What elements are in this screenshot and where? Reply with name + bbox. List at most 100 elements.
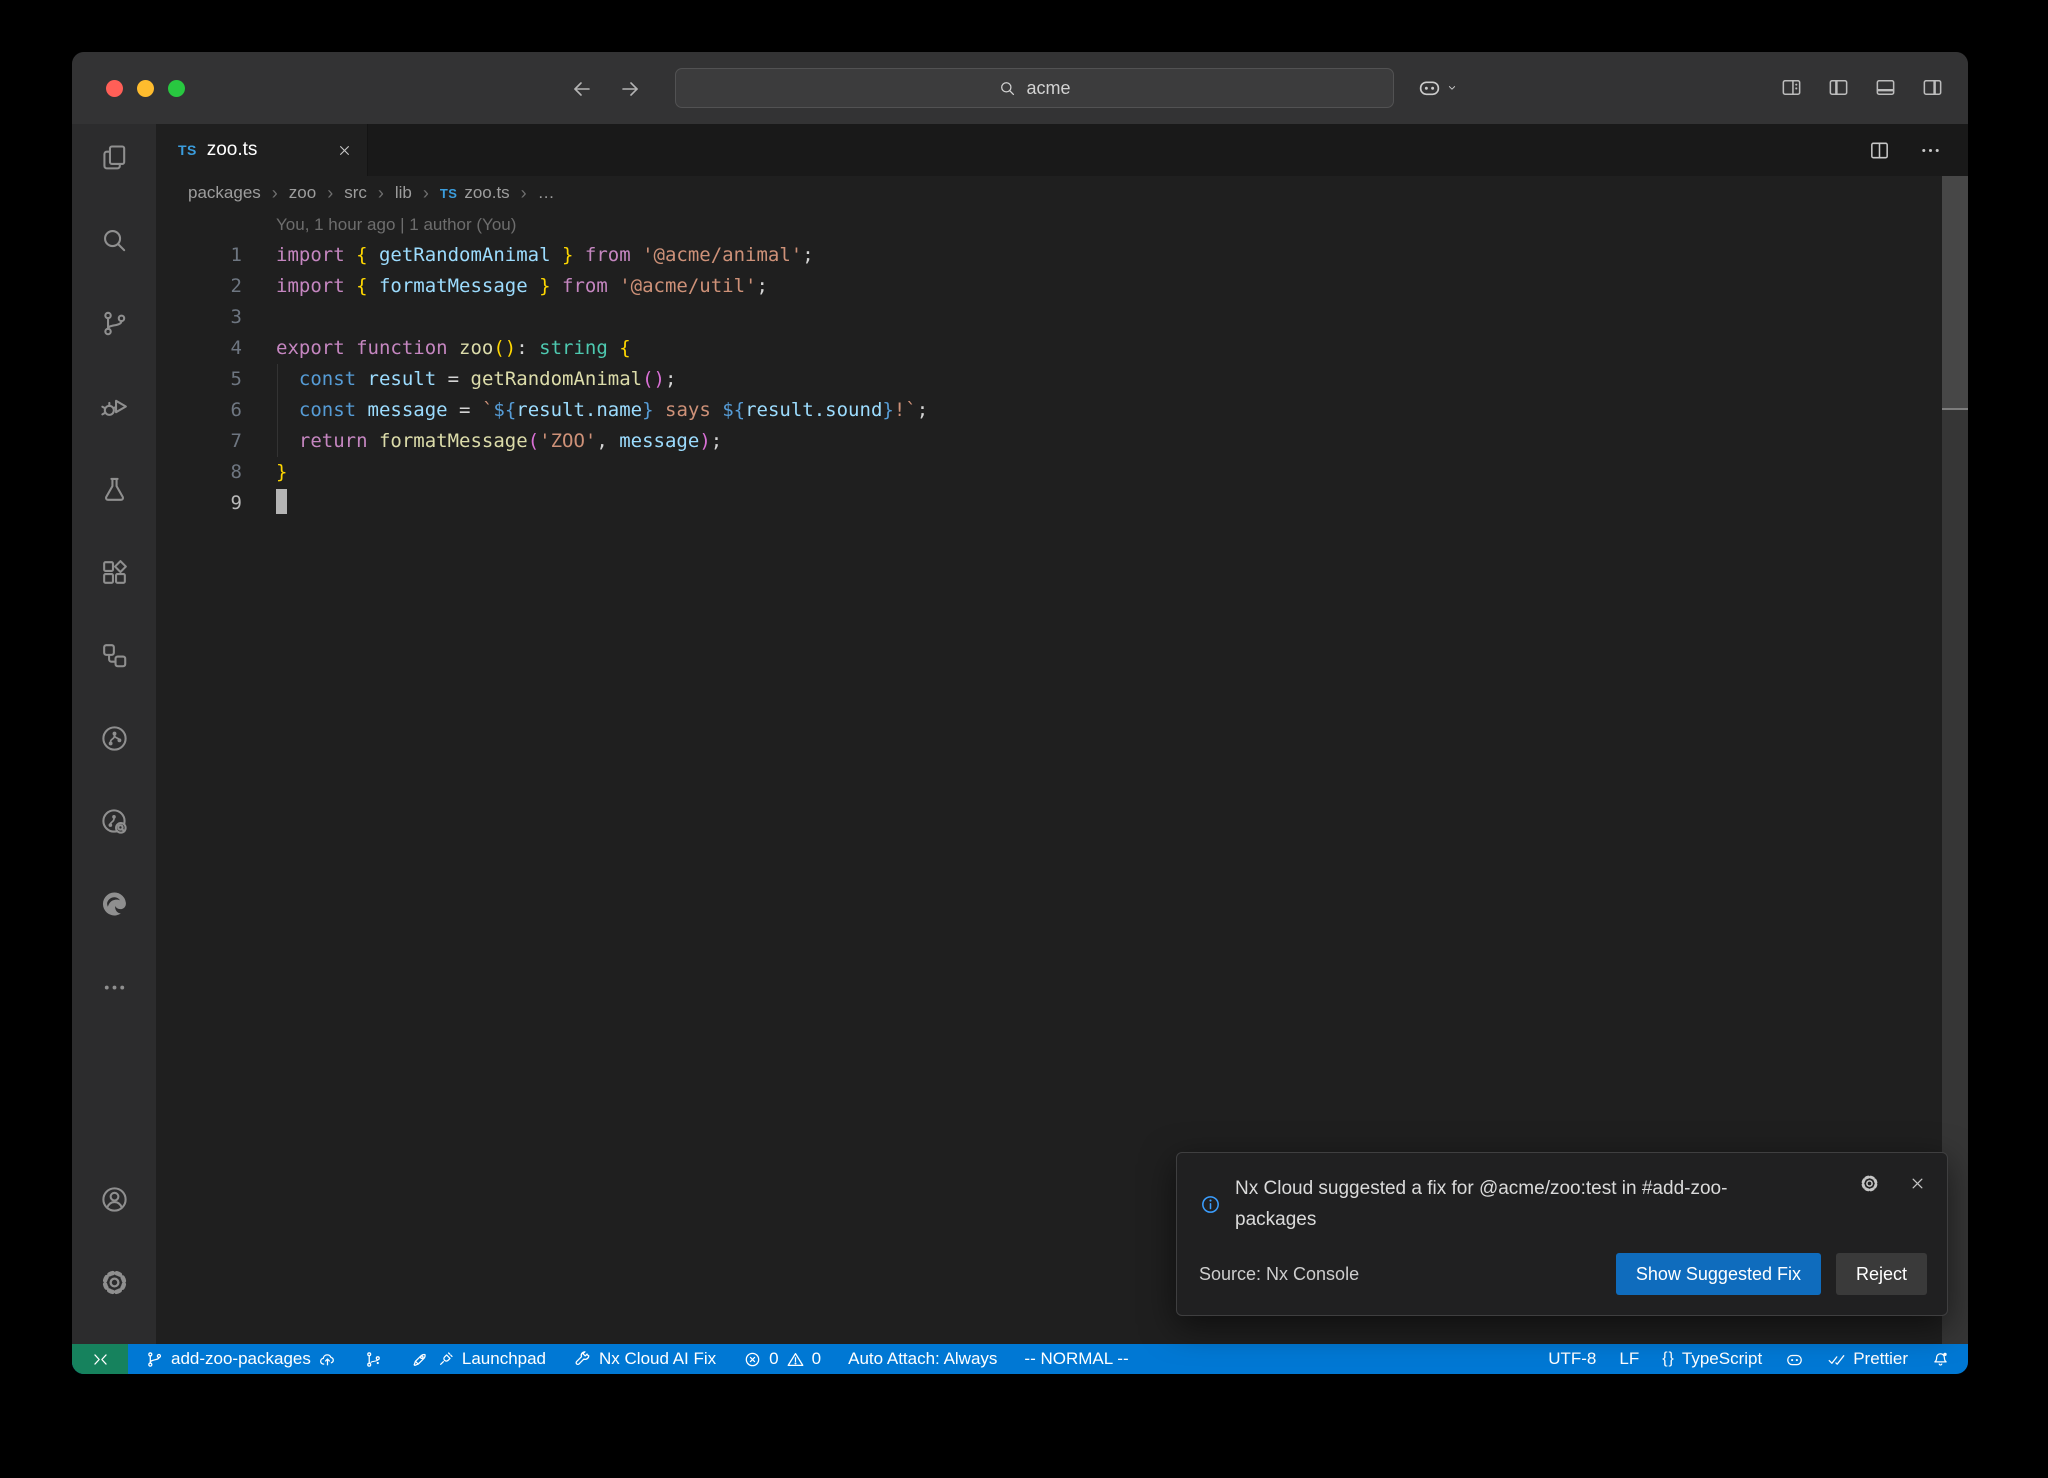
- breadcrumb-item-lib[interactable]: lib: [395, 183, 412, 203]
- minimize-window-button[interactable]: [137, 80, 154, 97]
- reject-button[interactable]: Reject: [1836, 1253, 1927, 1295]
- split-editor-icon[interactable]: [1868, 139, 1891, 162]
- status-bar-left: add-zoo-packages Launchpad Nx Cloud AI Fix…: [128, 1349, 1129, 1369]
- line-number: 9: [156, 488, 276, 519]
- notification-message: Nx Cloud suggested a fix for @acme/zoo:t…: [1235, 1173, 1783, 1235]
- status-item-encoding[interactable]: UTF-8: [1548, 1349, 1596, 1369]
- git-compare-icon: [364, 1350, 383, 1369]
- status-item-notifications-bell[interactable]: [1931, 1350, 1950, 1369]
- activity-item-edge-tools[interactable]: [72, 871, 156, 937]
- overview-ruler-cursor-mark: [1942, 408, 1968, 410]
- status-item-eol[interactable]: LF: [1619, 1349, 1639, 1369]
- line-content: [276, 488, 287, 519]
- typescript-file-icon: TS: [440, 186, 457, 201]
- nx-console-icon: [99, 640, 130, 671]
- breadcrumb-item-zoo[interactable]: zoo: [289, 183, 316, 203]
- line-content: const message = `${result.name} says ${r…: [276, 395, 928, 426]
- line-number: 3: [156, 302, 276, 333]
- remote-indicator[interactable]: [72, 1344, 128, 1374]
- activity-item-more-views[interactable]: [72, 954, 156, 1020]
- status-item-auto-attach[interactable]: Auto Attach: Always: [848, 1349, 997, 1369]
- status-item-copilot-status[interactable]: [1785, 1350, 1804, 1369]
- status-item-git-graph[interactable]: [364, 1350, 383, 1369]
- activity-item-git-graph-view[interactable]: [72, 705, 156, 771]
- line-number: 6: [156, 395, 276, 426]
- status-item-git-branch[interactable]: add-zoo-packages: [145, 1349, 337, 1369]
- code-line-8: 8}: [156, 457, 1968, 488]
- line-content: export function zoo(): string {: [276, 333, 631, 364]
- copilot-menu[interactable]: [1417, 75, 1459, 100]
- info-icon: [1199, 1173, 1222, 1235]
- tab-zoo-ts[interactable]: TS zoo.ts: [156, 124, 368, 176]
- forward-icon[interactable]: [618, 77, 642, 101]
- line-number: 5: [156, 364, 276, 395]
- code-line-2: 2import { formatMessage } from '@acme/ut…: [156, 271, 1968, 302]
- vscode-window: acme TS zoo.ts: [72, 52, 1968, 1374]
- breadcrumb-separator: ›: [327, 183, 333, 204]
- show-suggested-fix-button[interactable]: Show Suggested Fix: [1616, 1253, 1821, 1295]
- search-value: acme: [1026, 78, 1070, 99]
- code-line-9: 9: [156, 488, 1968, 519]
- warning-triangle-icon: [786, 1350, 805, 1369]
- line-content: }: [276, 457, 287, 488]
- activity-item-extensions[interactable]: [72, 539, 156, 605]
- activity-item-accounts[interactable]: [72, 1166, 156, 1232]
- editor-actions: [1868, 124, 1968, 176]
- status-item-formatter[interactable]: Prettier: [1827, 1349, 1908, 1369]
- copilot-icon: [1417, 75, 1442, 100]
- code-line-3: 3: [156, 302, 1968, 333]
- activity-item-settings[interactable]: [72, 1249, 156, 1315]
- scrollbar-slider[interactable]: [1942, 176, 1968, 408]
- status-item-launchpad[interactable]: Launchpad: [410, 1349, 546, 1369]
- notification-settings-icon[interactable]: [1859, 1173, 1880, 1194]
- activity-item-testing[interactable]: [72, 456, 156, 522]
- copilot-icon: [1785, 1350, 1804, 1369]
- activity-item-source-control[interactable]: [72, 290, 156, 356]
- activity-item-explorer[interactable]: [72, 124, 156, 190]
- command-center-search[interactable]: acme: [675, 68, 1394, 108]
- notification-source: Source: Nx Console: [1199, 1264, 1359, 1285]
- toggle-secondary-sidebar-icon[interactable]: [1921, 76, 1944, 99]
- notification-close-icon[interactable]: [1908, 1173, 1927, 1194]
- customize-layout-icon[interactable]: [1780, 76, 1803, 99]
- bell-dot-icon: [1931, 1350, 1950, 1369]
- activity-item-run-and-debug[interactable]: [72, 373, 156, 439]
- activity-item-nx-console[interactable]: [72, 622, 156, 688]
- breadcrumb-item-file[interactable]: TSzoo.ts: [440, 183, 510, 203]
- status-item-nx-cloud-ai-fix[interactable]: Nx Cloud AI Fix: [573, 1349, 716, 1369]
- status-text: add-zoo-packages: [171, 1349, 311, 1369]
- status-item-vim-mode[interactable]: -- NORMAL --: [1024, 1349, 1128, 1369]
- zoom-window-button[interactable]: [168, 80, 185, 97]
- close-tab-icon[interactable]: [336, 142, 353, 159]
- back-icon[interactable]: [570, 77, 594, 101]
- remote-icon: [91, 1350, 110, 1369]
- breadcrumb-item-packages[interactable]: packages: [188, 183, 261, 203]
- status-bar: add-zoo-packages Launchpad Nx Cloud AI Fix…: [72, 1344, 1968, 1374]
- activity-item-nx-cloud[interactable]: [72, 788, 156, 854]
- line-number: 7: [156, 426, 276, 457]
- line-content: const result = getRandomAnimal();: [276, 364, 676, 395]
- activity-item-search[interactable]: [72, 207, 156, 273]
- plug-icon: [436, 1350, 455, 1369]
- code-line-4: 4export function zoo(): string {: [156, 333, 1968, 364]
- search-icon: [99, 225, 130, 256]
- breadcrumb-overflow[interactable]: …: [538, 183, 555, 203]
- line-number: 1: [156, 240, 276, 271]
- line-content: import { formatMessage } from '@acme/uti…: [276, 271, 768, 302]
- breadcrumb-separator: ›: [521, 183, 527, 204]
- line-content: import { getRandomAnimal } from '@acme/a…: [276, 240, 814, 271]
- breadcrumb-separator: ›: [272, 183, 278, 204]
- breadcrumb: packages›zoo›src›lib›TSzoo.ts›…: [156, 176, 1968, 210]
- explorer-icon: [99, 142, 130, 173]
- code-line-5: 5 const result = getRandomAnimal();: [156, 364, 1968, 395]
- status-item-language[interactable]: {}TypeScript: [1662, 1349, 1762, 1369]
- line-content: return formatMessage('ZOO', message);: [276, 426, 722, 457]
- more-views-icon: [99, 972, 130, 1003]
- rocket-icon: [410, 1350, 429, 1369]
- close-window-button[interactable]: [106, 80, 123, 97]
- toggle-primary-sidebar-icon[interactable]: [1827, 76, 1850, 99]
- toggle-panel-icon[interactable]: [1874, 76, 1897, 99]
- status-item-problems[interactable]: 00: [743, 1349, 821, 1369]
- more-actions-icon[interactable]: [1919, 139, 1942, 162]
- breadcrumb-item-src[interactable]: src: [344, 183, 367, 203]
